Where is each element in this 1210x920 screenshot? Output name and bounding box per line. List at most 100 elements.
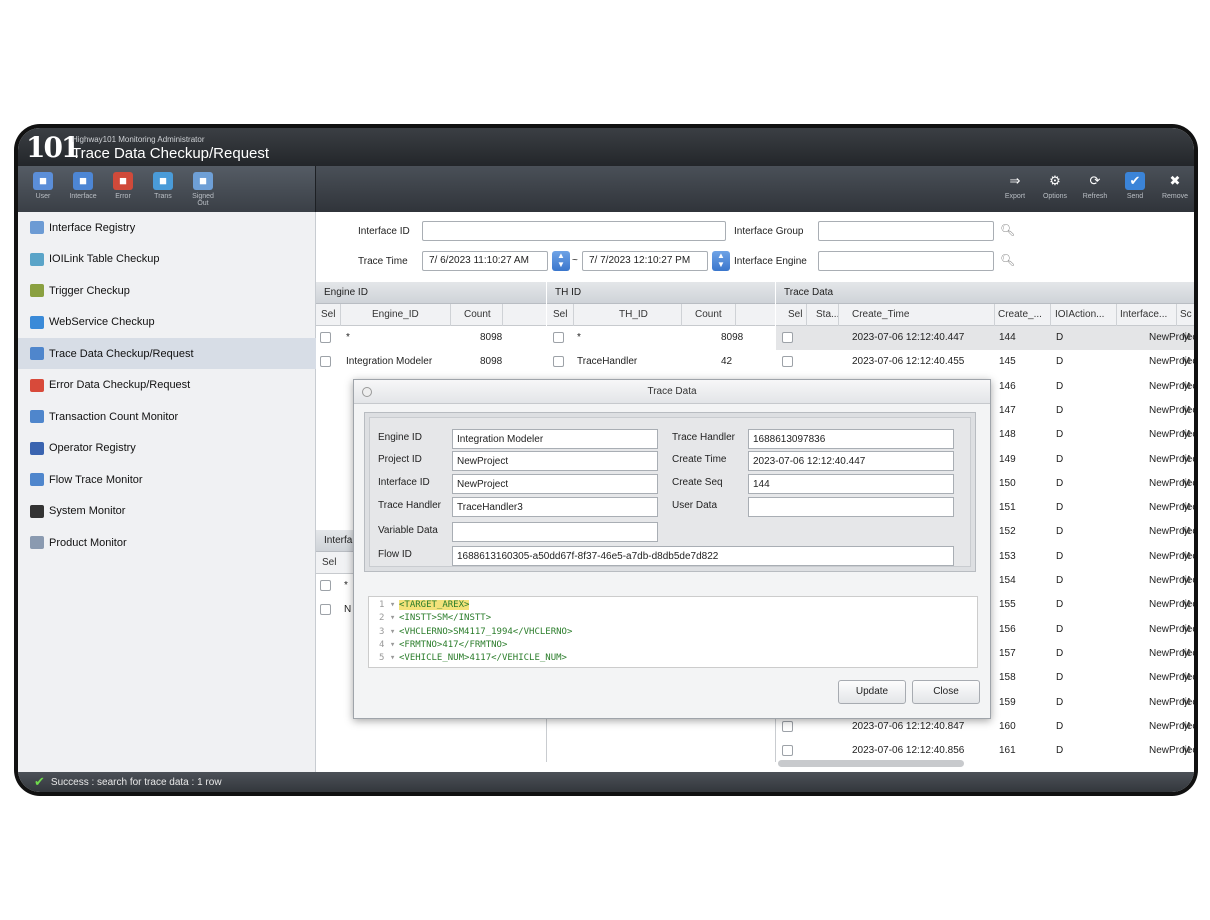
trans-icon: ■ <box>153 172 173 190</box>
sidebar-item-webservice-checkup[interactable]: WebService Checkup <box>18 307 316 338</box>
table-row[interactable]: 2023-07-06 12:12:40.455145DNewProjectM <box>776 350 1194 374</box>
sidebar-item-system-monitor[interactable]: System Monitor <box>18 496 316 527</box>
options-toolbar-button[interactable]: ⚙ Options <box>1038 170 1072 208</box>
row-checkbox[interactable] <box>782 720 793 732</box>
trace-time-from-input[interactable]: 7/ 6/2023 11:10:27 AM <box>422 251 548 271</box>
table-row[interactable]: Integration Modeler 8098 <box>316 350 544 374</box>
code-text: <TARGET_AREX> <box>399 600 470 610</box>
trace-time-to-input[interactable]: 7/ 7/2023 12:10:27 PM <box>582 251 708 271</box>
project-id-field[interactable]: NewProject <box>452 451 658 471</box>
row-checkbox[interactable] <box>320 580 331 591</box>
sidebar-item-icon <box>30 221 44 234</box>
code-line: 3 ▾ <VHCLERNO>SM4117_1994</VHCLERNO> <box>369 627 977 640</box>
sidebar-item-label: Trace Data Checkup/Request <box>49 347 194 360</box>
xml-code-editor[interactable]: 1 ▾ <TARGET_AREX> 2 ▾ <INSTT>SM</INSTT> 3 ▾… <box>368 596 978 668</box>
remove-toolbar-button[interactable]: ✖ Remove <box>1158 170 1192 208</box>
sidebar-item-icon <box>30 347 44 360</box>
create-seq-field[interactable]: 144 <box>748 474 954 494</box>
row-sc: M <box>1182 502 1191 514</box>
row-action: D <box>1056 332 1064 343</box>
sidebar-item-trace-data-checkup-request[interactable]: Trace Data Checkup/Request <box>18 338 316 369</box>
trace-horizontal-scrollbar[interactable] <box>778 760 964 767</box>
sidebar-item-flow-trace-monitor[interactable]: Flow Trace Monitor <box>18 464 316 495</box>
toolbar-label: Trans <box>154 193 172 200</box>
interface-engine-input[interactable] <box>818 251 994 271</box>
sidebar-item-ioilink-table-checkup[interactable]: IOILink Table Checkup <box>18 244 316 275</box>
code-line: 5 ▾ <VEHICLE_NUM>4117</VEHICLE_NUM> <box>369 653 977 666</box>
table-row[interactable]: * 8098 <box>549 326 777 350</box>
error-toolbar-button[interactable]: ■ Error <box>106 170 140 208</box>
row-action: D <box>1056 502 1064 514</box>
dialog-close-icon[interactable] <box>362 387 372 397</box>
row-create-seq: 152 <box>999 526 1016 538</box>
row-sc: M <box>1182 356 1191 368</box>
trace_panel-col-2: Create_Time <box>852 309 910 320</box>
sidebar-item-interface-registry[interactable]: Interface Registry <box>18 212 316 243</box>
column-divider <box>450 304 451 326</box>
sidebar-item-icon <box>30 284 44 297</box>
sidebar-item-trigger-checkup[interactable]: Trigger Checkup <box>18 275 316 306</box>
column-divider <box>994 304 995 326</box>
flow-id-label: Flow ID <box>378 549 412 560</box>
trans-toolbar-button[interactable]: ■ Trans <box>146 170 180 208</box>
toolbar-label: Export <box>1004 193 1026 200</box>
toolbar-left: ■ User ■ Interface ■ Error ■ Trans ■ Signed Out <box>18 166 316 212</box>
trace-time-to-spinner[interactable]: ▲ ▼ <box>712 251 730 271</box>
row-checkbox[interactable] <box>320 604 331 615</box>
code-line: 4 ▾ <FRMTNO>417</FRMTNO> <box>369 640 977 653</box>
variable-data-field[interactable] <box>452 522 658 542</box>
sidebar-item-error-data-checkup-request[interactable]: Error Data Checkup/Request <box>18 370 316 401</box>
row-checkbox[interactable] <box>782 332 793 343</box>
user-gear-toolbar-button[interactable]: ■ User <box>26 170 60 208</box>
dialog-form-inner: Engine ID Integration Modeler Project ID… <box>369 417 971 567</box>
row-checkbox[interactable] <box>782 356 793 368</box>
user-gear-icon: ■ <box>33 172 53 190</box>
interface-id-field[interactable]: NewProject <box>452 474 658 494</box>
send-icon: ✔ <box>1125 172 1145 190</box>
row-create-seq: 158 <box>999 672 1016 684</box>
row-sc: M <box>1182 696 1191 708</box>
update-button[interactable]: Update <box>838 680 906 704</box>
interface-toolbar-button[interactable]: ■ Interface <box>66 170 100 208</box>
row-count: 8098 <box>480 356 503 367</box>
interface-icon: ■ <box>73 172 93 190</box>
interface-group-input[interactable] <box>818 221 994 241</box>
trace-handler2-field[interactable]: 1688613097836 <box>748 429 954 449</box>
table-row[interactable]: * 8098 <box>316 326 544 350</box>
trace-handler-label: Trace Handler <box>378 500 441 511</box>
row-create-seq: 144 <box>999 332 1016 343</box>
line-number: 2 ▾ <box>379 613 396 624</box>
interface-group-search-icon[interactable]: 🔍︎ <box>1000 223 1015 237</box>
sidebar-item-operator-registry[interactable]: Operator Registry <box>18 433 316 464</box>
table-row[interactable]: TraceHandler 42 <box>549 350 777 374</box>
trace_panel-col-5: Interface... <box>1120 309 1168 320</box>
signout-toolbar-button[interactable]: ■ Signed Out <box>186 170 220 208</box>
row-sc: M <box>1182 599 1191 611</box>
close-button[interactable]: Close <box>912 680 980 704</box>
row-checkbox[interactable] <box>320 332 331 343</box>
user-data-field[interactable] <box>748 497 954 517</box>
line-number: 3 ▾ <box>379 626 396 637</box>
row-checkbox[interactable] <box>782 745 793 757</box>
sidebar-item-label: WebService Checkup <box>49 316 155 328</box>
table-row[interactable]: 2023-07-06 12:12:40.447144DNewProjectM <box>776 326 1194 350</box>
send-toolbar-button[interactable]: ✔ Send <box>1118 170 1152 208</box>
export-toolbar-button[interactable]: ⇒ Export <box>998 170 1032 208</box>
interface-id-input[interactable] <box>422 221 726 241</box>
interface-engine-search-icon[interactable]: 🔍︎ <box>1000 253 1015 267</box>
code-text: <VEHICLE_NUM>4117</VEHICLE_NUM> <box>399 653 567 664</box>
row-checkbox[interactable] <box>320 356 331 367</box>
trace-time-from-spinner[interactable]: ▲ ▼ <box>552 251 570 271</box>
row-checkbox[interactable] <box>553 332 564 343</box>
create-time-field[interactable]: 2023-07-06 12:12:40.447 <box>748 451 954 471</box>
engine-id-field[interactable]: Integration Modeler <box>452 429 658 449</box>
row-action: D <box>1056 647 1064 659</box>
code-text: <FRMTNO>417</FRMTNO> <box>399 639 508 650</box>
flow-id-field[interactable]: 1688613160305-a50dd67f-8f37-46e5-a7db-d8… <box>452 546 954 566</box>
sidebar-item-product-monitor[interactable]: Product Monitor <box>18 527 316 558</box>
trace-handler-field[interactable]: TraceHandler3 <box>452 497 658 517</box>
refresh-toolbar-button[interactable]: ⟳ Refresh <box>1078 170 1112 208</box>
row-create-seq: 145 <box>999 356 1016 368</box>
row-checkbox[interactable] <box>553 356 564 367</box>
sidebar-item-transaction-count-monitor[interactable]: Transaction Count Monitor <box>18 401 316 432</box>
